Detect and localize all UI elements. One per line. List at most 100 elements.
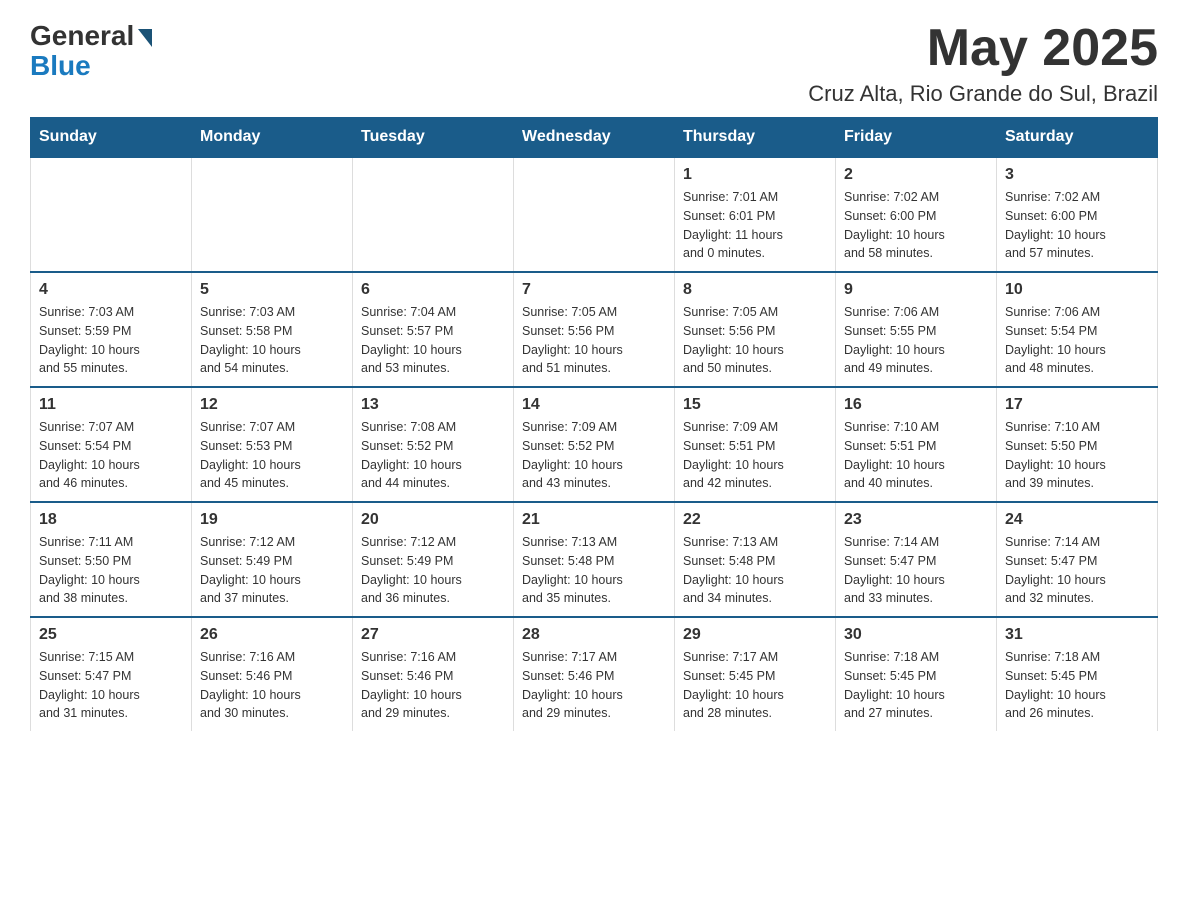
day-info: Sunrise: 7:16 AMSunset: 5:46 PMDaylight:… [361,648,505,723]
calendar-cell: 7 Sunrise: 7:05 AMSunset: 5:56 PMDaylight… [514,272,675,387]
day-number: 31 [1005,626,1149,644]
weekday-header-sunday: Sunday [31,118,192,158]
calendar-cell: 27Sunrise: 7:16 AMSunset: 5:46 PMDayligh… [353,617,514,731]
day-number: 11 [39,396,183,414]
day-number: 25 [39,626,183,644]
day-number: 8 [683,281,827,299]
day-info: Sunrise: 7:03 AMSunset: 5:58 PMDaylight:… [200,303,344,378]
day-info: Sunrise: 7:17 AMSunset: 5:46 PMDaylight:… [522,648,666,723]
weekday-header-friday: Friday [836,118,997,158]
calendar-week-5: 25 Sunrise: 7:15 AMSunset: 5:47 PMDayligh… [31,617,1158,731]
calendar-cell: 11Sunrise: 7:07 AMSunset: 5:54 PMDayligh… [31,387,192,502]
calendar-cell: 8 Sunrise: 7:05 AMSunset: 5:56 PMDaylight… [675,272,836,387]
logo-blue-text: Blue [30,50,91,82]
calendar-cell: 13 Sunrise: 7:08 AMSunset: 5:52 PMDayligh… [353,387,514,502]
calendar-cell [192,157,353,272]
weekday-header-tuesday: Tuesday [353,118,514,158]
day-info: Sunrise: 7:05 AMSunset: 5:56 PMDaylight:… [522,303,666,378]
logo-arrow-icon [138,29,152,47]
title-section: May 2025 Cruz Alta, Rio Grande do Sul, B… [808,20,1158,107]
calendar-cell: 2 Sunrise: 7:02 AMSunset: 6:00 PMDaylight… [836,157,997,272]
day-info: Sunrise: 7:16 AMSunset: 5:46 PMDaylight:… [200,648,344,723]
calendar-cell: 6 Sunrise: 7:04 AMSunset: 5:57 PMDaylight… [353,272,514,387]
calendar-cell: 24Sunrise: 7:14 AMSunset: 5:47 PMDayligh… [997,502,1158,617]
day-number: 22 [683,511,827,529]
calendar-cell: 22 Sunrise: 7:13 AMSunset: 5:48 PMDayligh… [675,502,836,617]
weekday-header-monday: Monday [192,118,353,158]
calendar-cell: 9 Sunrise: 7:06 AMSunset: 5:55 PMDaylight… [836,272,997,387]
calendar-week-3: 11Sunrise: 7:07 AMSunset: 5:54 PMDayligh… [31,387,1158,502]
day-number: 10 [1005,281,1149,299]
calendar-cell: 26 Sunrise: 7:16 AMSunset: 5:46 PMDayligh… [192,617,353,731]
day-number: 18 [39,511,183,529]
day-number: 1 [683,166,827,184]
day-info: Sunrise: 7:06 AMSunset: 5:55 PMDaylight:… [844,303,988,378]
day-info: Sunrise: 7:14 AMSunset: 5:47 PMDaylight:… [844,533,988,608]
calendar-cell: 31 Sunrise: 7:18 AMSunset: 5:45 PMDayligh… [997,617,1158,731]
calendar-cell: 20 Sunrise: 7:12 AMSunset: 5:49 PMDayligh… [353,502,514,617]
day-number: 13 [361,396,505,414]
weekday-header-wednesday: Wednesday [514,118,675,158]
day-number: 7 [522,281,666,299]
calendar-cell: 12Sunrise: 7:07 AMSunset: 5:53 PMDayligh… [192,387,353,502]
day-info: Sunrise: 7:12 AMSunset: 5:49 PMDaylight:… [361,533,505,608]
day-info: Sunrise: 7:05 AMSunset: 5:56 PMDaylight:… [683,303,827,378]
day-number: 16 [844,396,988,414]
day-number: 6 [361,281,505,299]
day-info: Sunrise: 7:08 AMSunset: 5:52 PMDaylight:… [361,418,505,493]
day-info: Sunrise: 7:10 AMSunset: 5:51 PMDaylight:… [844,418,988,493]
weekday-header-thursday: Thursday [675,118,836,158]
calendar-table: SundayMondayTuesdayWednesdayThursdayFrid… [30,117,1158,731]
day-info: Sunrise: 7:06 AMSunset: 5:54 PMDaylight:… [1005,303,1149,378]
calendar-cell: 18Sunrise: 7:11 AMSunset: 5:50 PMDayligh… [31,502,192,617]
day-number: 20 [361,511,505,529]
day-number: 23 [844,511,988,529]
calendar-cell: 21 Sunrise: 7:13 AMSunset: 5:48 PMDayligh… [514,502,675,617]
logo-general-text: General [30,20,134,52]
calendar-cell: 4 Sunrise: 7:03 AMSunset: 5:59 PMDaylight… [31,272,192,387]
day-info: Sunrise: 7:10 AMSunset: 5:50 PMDaylight:… [1005,418,1149,493]
day-info: Sunrise: 7:14 AMSunset: 5:47 PMDaylight:… [1005,533,1149,608]
calendar-week-2: 4 Sunrise: 7:03 AMSunset: 5:59 PMDaylight… [31,272,1158,387]
day-info: Sunrise: 7:03 AMSunset: 5:59 PMDaylight:… [39,303,183,378]
day-info: Sunrise: 7:17 AMSunset: 5:45 PMDaylight:… [683,648,827,723]
day-number: 21 [522,511,666,529]
day-info: Sunrise: 7:04 AMSunset: 5:57 PMDaylight:… [361,303,505,378]
day-number: 14 [522,396,666,414]
calendar-cell: 29 Sunrise: 7:17 AMSunset: 5:45 PMDayligh… [675,617,836,731]
day-info: Sunrise: 7:02 AMSunset: 6:00 PMDaylight:… [844,188,988,263]
calendar-cell: 19 Sunrise: 7:12 AMSunset: 5:49 PMDayligh… [192,502,353,617]
month-year-title: May 2025 [808,20,1158,77]
calendar-cell [31,157,192,272]
calendar-cell: 30Sunrise: 7:18 AMSunset: 5:45 PMDayligh… [836,617,997,731]
day-info: Sunrise: 7:12 AMSunset: 5:49 PMDaylight:… [200,533,344,608]
calendar-cell: 15Sunrise: 7:09 AMSunset: 5:51 PMDayligh… [675,387,836,502]
day-number: 29 [683,626,827,644]
calendar-cell: 23 Sunrise: 7:14 AMSunset: 5:47 PMDayligh… [836,502,997,617]
calendar-body: 1 Sunrise: 7:01 AMSunset: 6:01 PMDaylight… [31,157,1158,731]
calendar-cell: 3Sunrise: 7:02 AMSunset: 6:00 PMDaylight… [997,157,1158,272]
day-info: Sunrise: 7:13 AMSunset: 5:48 PMDaylight:… [522,533,666,608]
calendar-header: SundayMondayTuesdayWednesdayThursdayFrid… [31,118,1158,158]
day-number: 19 [200,511,344,529]
day-number: 9 [844,281,988,299]
day-info: Sunrise: 7:18 AMSunset: 5:45 PMDaylight:… [844,648,988,723]
day-info: Sunrise: 7:15 AMSunset: 5:47 PMDaylight:… [39,648,183,723]
day-number: 15 [683,396,827,414]
calendar-cell [353,157,514,272]
calendar-cell: 10 Sunrise: 7:06 AMSunset: 5:54 PMDayligh… [997,272,1158,387]
calendar-cell: 17Sunrise: 7:10 AMSunset: 5:50 PMDayligh… [997,387,1158,502]
day-number: 4 [39,281,183,299]
calendar-cell: 5Sunrise: 7:03 AMSunset: 5:58 PMDaylight… [192,272,353,387]
day-info: Sunrise: 7:13 AMSunset: 5:48 PMDaylight:… [683,533,827,608]
logo: General Blue [30,20,152,82]
day-info: Sunrise: 7:18 AMSunset: 5:45 PMDaylight:… [1005,648,1149,723]
page-header: General Blue May 2025 Cruz Alta, Rio Gra… [30,20,1158,107]
calendar-cell: 16 Sunrise: 7:10 AMSunset: 5:51 PMDayligh… [836,387,997,502]
day-info: Sunrise: 7:01 AMSunset: 6:01 PMDaylight:… [683,188,827,263]
location-subtitle: Cruz Alta, Rio Grande do Sul, Brazil [808,81,1158,107]
day-number: 28 [522,626,666,644]
day-number: 12 [200,396,344,414]
day-number: 2 [844,166,988,184]
day-number: 26 [200,626,344,644]
